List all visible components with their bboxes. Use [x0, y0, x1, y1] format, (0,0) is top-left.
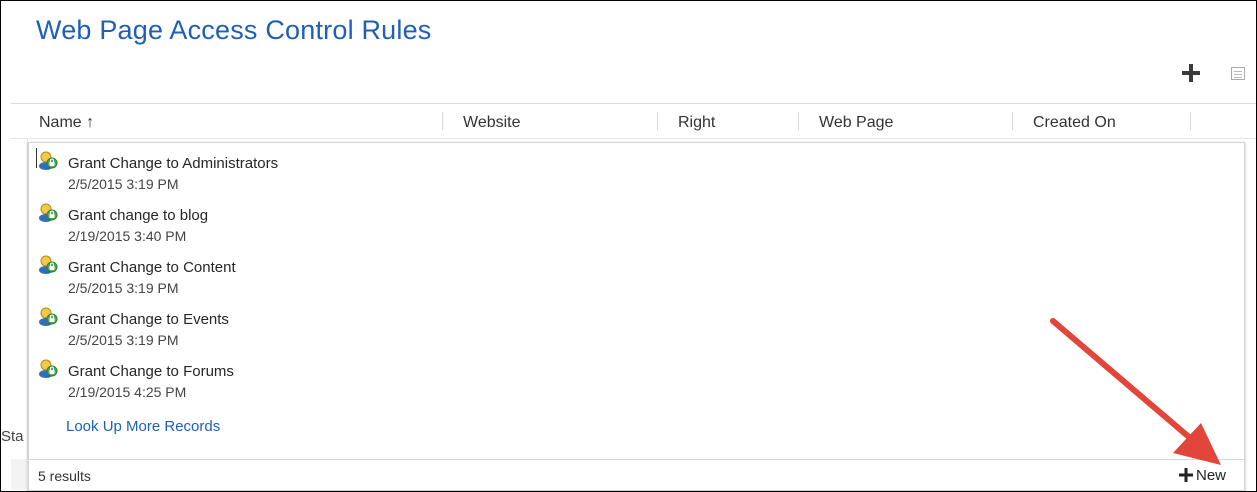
access-rule-icon: [39, 203, 58, 222]
lookup-item-name: Grant Change to Events: [68, 311, 229, 328]
lookup-item-date: 2/5/2015 3:19 PM: [68, 280, 179, 296]
access-rule-icon: [39, 359, 58, 378]
results-count: 5 results: [38, 468, 91, 484]
column-separator: [442, 112, 443, 130]
lookup-item-name: Grant Change to Forums: [68, 363, 234, 380]
column-header-name[interactable]: Name ↑: [39, 114, 94, 132]
new-record-label: New: [1196, 467, 1227, 484]
access-rule-icon: [39, 151, 58, 170]
status-label: Sta: [1, 428, 24, 445]
header-divider: [11, 103, 1256, 104]
lookup-item-date: 2/19/2015 4:25 PM: [68, 384, 187, 400]
lookup-item-name: Grant Change to Content: [68, 259, 236, 276]
grid-divider: [11, 138, 1256, 139]
text-cursor: [36, 148, 37, 168]
new-record-button[interactable]: New: [1179, 465, 1231, 485]
page-title: Web Page Access Control Rules: [36, 15, 432, 45]
plus-icon: [1179, 468, 1193, 482]
lookup-item-name: Grant change to blog: [68, 207, 209, 224]
access-rule-icon: [39, 255, 58, 274]
column-header-web-page[interactable]: Web Page: [819, 114, 893, 132]
column-header-created-on[interactable]: Created On: [1033, 114, 1116, 132]
lookup-item-date: 2/19/2015 3:40 PM: [68, 228, 187, 244]
look-up-more-records-link[interactable]: Look Up More Records: [66, 418, 220, 435]
lookup-item-date: 2/5/2015 3:19 PM: [68, 176, 179, 192]
column-separator: [657, 112, 658, 130]
plus-icon[interactable]: [1179, 61, 1203, 85]
lookup-footer: 5 results New: [29, 459, 1244, 490]
grid-view-icon[interactable]: [1231, 67, 1245, 80]
access-rule-icon: [39, 307, 58, 326]
main-frame: Web Page Access Control Rules Name ↑ Web…: [0, 0, 1257, 492]
column-separator: [798, 112, 799, 130]
lookup-dropdown: Grant Change to Administrators 2/5/2015 3…: [28, 142, 1245, 491]
lookup-item-date: 2/5/2015 3:19 PM: [68, 332, 179, 348]
column-separator: [1012, 112, 1013, 130]
column-header-website[interactable]: Website: [463, 114, 521, 132]
column-separator: [1190, 112, 1191, 130]
lookup-item-name: Grant Change to Administrators: [68, 155, 279, 172]
column-header-right[interactable]: Right: [678, 114, 715, 132]
